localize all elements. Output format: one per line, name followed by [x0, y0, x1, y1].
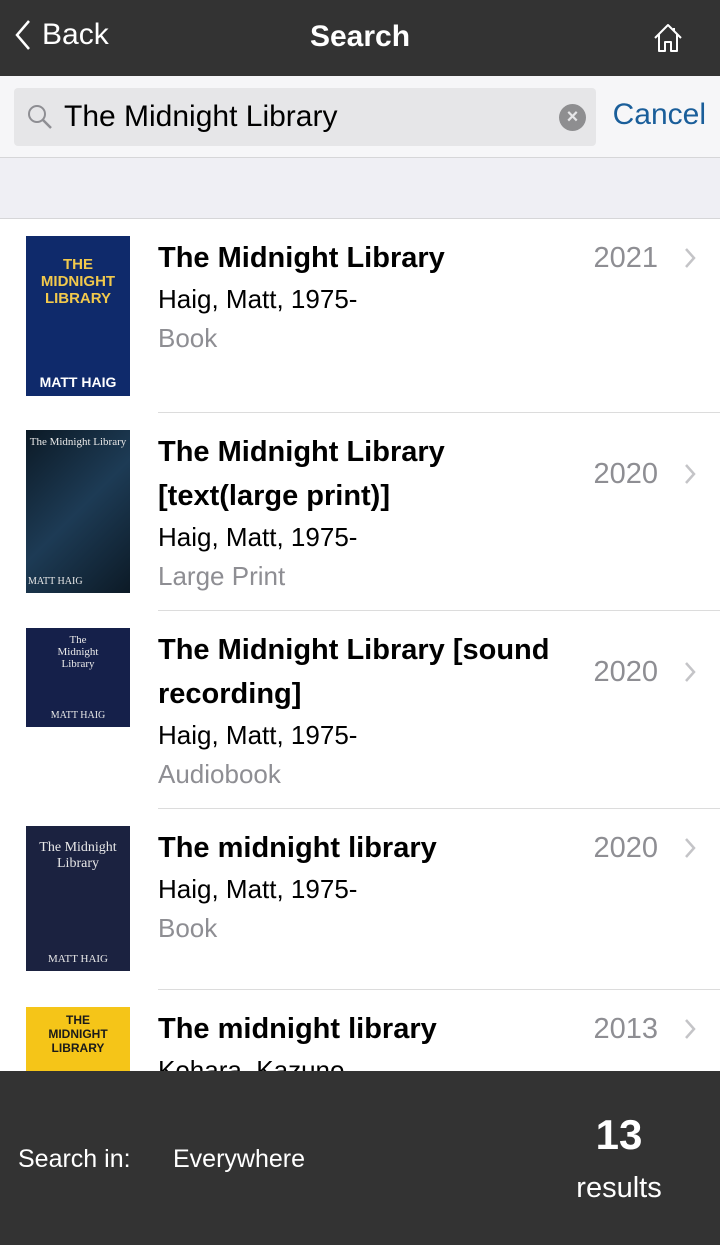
result-year: 2020	[593, 831, 658, 864]
chevron-right-icon	[684, 1007, 696, 1051]
back-button[interactable]: Back	[14, 18, 109, 52]
search-field[interactable]: ×	[14, 88, 596, 146]
chevron-right-icon	[684, 236, 696, 280]
clear-search-icon[interactable]: ×	[559, 104, 586, 131]
result-count: 13	[595, 1111, 643, 1158]
search-in-label: Search in:	[18, 1145, 131, 1173]
book-cover: THE MIDNIGHT LIBRARY	[26, 1007, 130, 1071]
result-row[interactable]: The Midnight Library MATT HAIG The midnig…	[0, 809, 720, 990]
result-row[interactable]: THE MIDNIGHT LIBRARY The midnight librar…	[0, 990, 720, 1071]
book-cover: The Midnight Library MATT HAIG	[26, 826, 130, 971]
home-icon[interactable]	[652, 22, 684, 54]
result-type: Book	[158, 913, 218, 943]
result-author: Haig, Matt, 1975-	[158, 522, 358, 552]
book-cover: The Midnight Library MATT HAIG	[26, 628, 130, 727]
result-author: Haig, Matt, 1975-	[158, 284, 358, 314]
result-count-label: results	[576, 1172, 662, 1204]
search-scope-selector[interactable]: Everywhere	[173, 1145, 305, 1174]
nav-bar: Back Search	[0, 0, 720, 76]
result-title: The midnight library	[158, 1013, 437, 1045]
result-title: The midnight library	[158, 832, 437, 864]
result-row[interactable]: The Midnight Library MATT HAIG The Midnig…	[0, 611, 720, 809]
chevron-right-icon	[684, 628, 696, 716]
result-year: 2020	[593, 457, 658, 490]
result-title: The Midnight Library	[158, 242, 445, 274]
book-cover: THE MIDNIGHT LIBRARY MATT HAIG	[26, 236, 130, 396]
result-year: 2021	[593, 241, 658, 274]
cancel-button[interactable]: Cancel	[613, 98, 706, 132]
result-type: Book	[158, 323, 218, 353]
search-input[interactable]	[64, 88, 544, 146]
result-type: Audiobook	[158, 759, 281, 789]
result-row[interactable]: THE MIDNIGHT LIBRARY MATT HAIG The Midnig…	[0, 219, 720, 413]
search-bar: × Cancel	[0, 76, 720, 158]
book-cover: The Midnight Library MATT HAIG	[26, 430, 130, 593]
result-title: The Midnight Library [sound recording]	[158, 634, 550, 710]
result-title: The Midnight Library [text(large print)]	[158, 436, 445, 512]
result-author: Haig, Matt, 1975-	[158, 720, 358, 750]
result-type: Large Print	[158, 561, 286, 591]
section-spacer	[0, 158, 720, 219]
results-list: THE MIDNIGHT LIBRARY MATT HAIG The Midnig…	[0, 219, 720, 1071]
search-icon	[28, 105, 52, 129]
result-year: 2020	[593, 655, 658, 688]
chevron-left-icon	[15, 20, 30, 50]
footer-bar: Search in: Everywhere 13 results	[0, 1071, 720, 1245]
result-year: 2013	[593, 1012, 658, 1045]
chevron-right-icon	[684, 826, 696, 870]
chevron-right-icon	[684, 430, 696, 518]
result-author: Kohara, Kazuno	[158, 1055, 345, 1071]
result-author: Haig, Matt, 1975-	[158, 874, 358, 904]
back-label: Back	[42, 18, 109, 51]
result-row[interactable]: The Midnight Library MATT HAIG The Midnig…	[0, 413, 720, 611]
